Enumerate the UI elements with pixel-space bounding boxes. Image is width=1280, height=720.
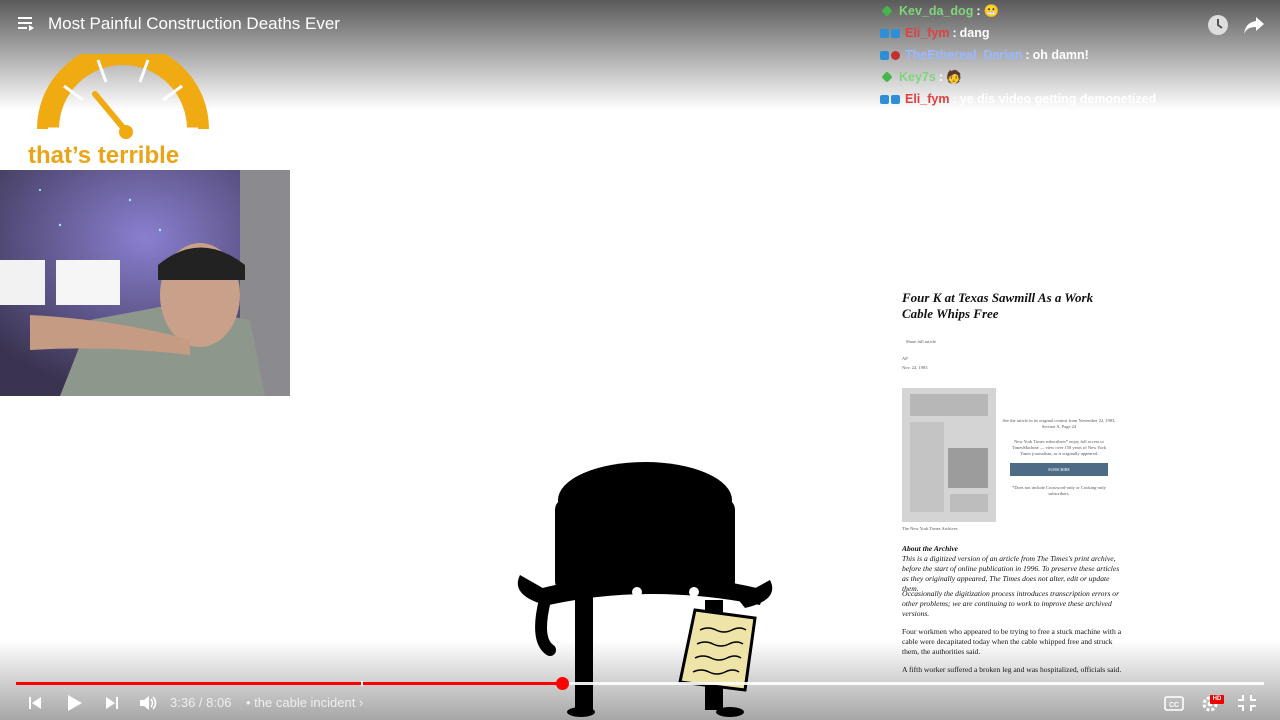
chat-message: Kev_da_dog: 😬	[880, 0, 1280, 22]
chapter-bullet: •	[246, 695, 255, 710]
webcam-overlay	[0, 170, 290, 396]
chapter-marker	[361, 681, 363, 686]
original-context-text: See the article in its original context …	[1002, 418, 1116, 429]
progress-scrubber[interactable]	[555, 677, 569, 690]
chat-text: oh damn!	[1032, 48, 1089, 62]
chat-separator: :	[976, 4, 981, 18]
exit-fullscreen-icon[interactable]	[1237, 692, 1257, 714]
chat-message: TheEthereal_Darian: oh damn!	[880, 44, 1280, 66]
gauge-caption: that’s terrible	[28, 142, 180, 169]
article-headline: Four K at Texas Sawmill As a Work Cable …	[902, 290, 1094, 321]
badge-diamond-icon	[881, 5, 893, 17]
subscriber-access-text: New York Times subscribers* enjoy full a…	[1011, 439, 1107, 456]
badge-blue-icon	[891, 94, 900, 104]
chat-username[interactable]: Kev_da_dog	[899, 4, 973, 18]
chat-separator: :	[938, 70, 944, 84]
chat-message: Key7s: 🧑	[880, 66, 1280, 88]
scan-caption: The New York Times Archives	[902, 526, 958, 531]
prev-icon[interactable]	[27, 692, 43, 714]
volume-icon[interactable]	[138, 692, 158, 714]
svg-text:CC: CC	[1169, 702, 1179, 709]
article-body-paragraph: Four workmen who appeared to be trying t…	[902, 627, 1122, 656]
badge-blue-icon	[891, 28, 900, 38]
badge-blue-icon	[880, 28, 889, 38]
share-article-label: Share full article	[906, 339, 936, 344]
article-byline: AP	[902, 356, 908, 361]
about-archive-heading: About the Archive	[902, 544, 958, 553]
live-chat-overlay: Kev_da_dog: 😬 Eli_fym: dang TheEthereal_Dari…	[880, 0, 1280, 110]
time-current: 3:36	[170, 695, 196, 710]
chat-separator: :	[952, 92, 957, 106]
chapter-label: the cable incident	[254, 695, 356, 710]
about-archive-text: This is a digitized version of an articl…	[902, 554, 1120, 593]
article-body-paragraph-2: A fifth worker suffered a broken leg and…	[902, 665, 1122, 674]
badge-red-icon	[891, 50, 900, 60]
chat-username[interactable]: TheEthereal_Darian	[905, 48, 1022, 62]
chat-text: ye dis video getting demonetized	[959, 92, 1157, 106]
chat-text: dang	[959, 26, 990, 40]
play-icon[interactable]	[64, 692, 84, 714]
subscribe-button: SUBSCRIBE	[1010, 463, 1108, 476]
streamer-webcam-image	[0, 170, 290, 396]
time-total: 8:06	[206, 695, 232, 710]
badge-blue-icon	[880, 50, 889, 60]
chapter-chevron-icon: ›	[358, 695, 364, 710]
next-icon[interactable]	[104, 692, 120, 714]
video-title[interactable]: Most Painful Construction Deaths Ever	[48, 14, 340, 34]
badge-diamond-icon	[881, 71, 893, 83]
progress-bar[interactable]	[16, 677, 1264, 690]
chapter-title[interactable]: • the cable incident ›	[246, 695, 363, 710]
progress-played	[16, 682, 562, 685]
chat-text: 🧑	[946, 69, 962, 84]
chat-separator: :	[1025, 48, 1030, 62]
chat-username[interactable]: Eli_fym	[905, 26, 949, 40]
subscriber-note: *Does not include Crossword-only or Cook…	[1012, 485, 1106, 496]
about-archive-note: Occasionally the digitization process in…	[902, 589, 1120, 618]
cartoon-character-image	[517, 462, 773, 717]
chat-message: Eli_fym: dang	[880, 22, 1280, 44]
chat-username[interactable]: Key7s	[899, 70, 936, 84]
hd-badge: HD	[1210, 695, 1224, 704]
chat-text: 😬	[983, 3, 1000, 18]
chat-separator: :	[952, 26, 957, 40]
archive-scan-image	[902, 388, 996, 522]
chat-username[interactable]: Eli_fym	[905, 92, 949, 106]
badge-blue-icon	[880, 94, 889, 104]
time-display: 3:36 / 8:06	[170, 695, 231, 710]
menu-icon[interactable]	[18, 16, 36, 32]
captions-icon[interactable]: CC	[1164, 692, 1184, 714]
article-date: Nov. 22, 1983	[902, 365, 928, 370]
chat-message: Eli_fym: ye dis video getting demonetized	[880, 88, 1280, 110]
time-separator: /	[195, 695, 207, 710]
